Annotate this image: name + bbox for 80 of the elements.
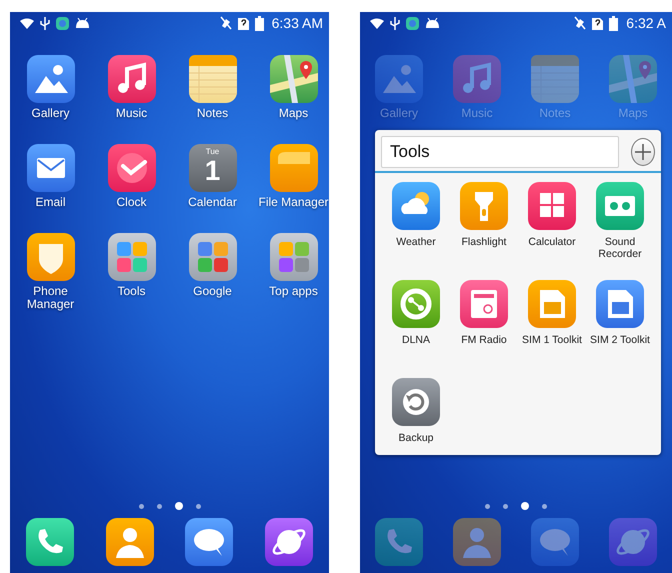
app-label: Tools (117, 285, 146, 298)
cassette-icon[interactable] (596, 182, 644, 230)
app-label: Music (461, 107, 493, 120)
notepad-icon[interactable] (188, 55, 236, 103)
app-notification-icon (56, 16, 69, 30)
app-label: Notes (539, 107, 571, 120)
plus-icon (634, 143, 652, 161)
clock-icon[interactable] (108, 144, 156, 192)
phone-icon[interactable] (26, 518, 74, 566)
app-label: Maps (618, 107, 648, 120)
app-folder-icon[interactable] (270, 233, 318, 281)
mute-icon (574, 16, 586, 30)
app-label: Google (193, 285, 232, 298)
person-icon[interactable] (106, 518, 154, 566)
app-label: Top apps (269, 285, 318, 298)
page-indicator-dot[interactable] (196, 504, 200, 508)
app-label: FM Radio (461, 334, 507, 346)
wifi-icon (20, 18, 34, 28)
app-folder-icon[interactable] (188, 233, 236, 281)
app-label: Calculator (528, 236, 576, 248)
page-indicator-dot[interactable] (156, 504, 162, 508)
page-indicator-dot[interactable] (485, 504, 490, 508)
app-label: Gallery (31, 107, 70, 120)
add-button[interactable] (631, 138, 655, 166)
app-folder-icon[interactable] (108, 233, 156, 281)
sim-card-icon[interactable] (528, 280, 576, 328)
restore-icon[interactable] (392, 378, 440, 426)
app-label: Backup (398, 432, 434, 444)
app-label: Phone Manager (26, 285, 76, 312)
page-indicator-dot[interactable] (521, 502, 529, 510)
music-note-icon[interactable] (108, 55, 156, 103)
folder-name-field[interactable]: Tools (381, 136, 619, 168)
weather-icon[interactable] (392, 182, 440, 230)
share-icon[interactable] (392, 280, 440, 328)
app-label: Calendar (188, 196, 237, 210)
folder-icon[interactable] (270, 144, 318, 192)
page-indicator-dot[interactable] (542, 504, 547, 508)
shield-icon[interactable] (26, 233, 74, 281)
landscape-icon[interactable] (26, 55, 74, 103)
status-time: 6:32 A (626, 14, 666, 32)
envelope-icon[interactable] (26, 144, 74, 192)
app-label: Music (116, 107, 148, 120)
app-label: Weather (396, 236, 436, 248)
sim-card-icon[interactable] (596, 280, 644, 328)
sim-icon (238, 16, 249, 30)
app-label: Email (35, 196, 66, 210)
battery-icon (609, 16, 618, 30)
map-icon[interactable] (270, 55, 318, 103)
android-icon (75, 18, 90, 28)
app-label: Flashlight (462, 236, 506, 248)
app-label: SIM 1 Toolkit (522, 334, 582, 346)
android-icon (425, 18, 440, 28)
status-time: 6:33 AM (272, 14, 323, 32)
sim-icon (592, 16, 604, 30)
app-label: Sound Recorder (597, 236, 643, 260)
mute-icon (220, 16, 232, 30)
planet-icon[interactable] (265, 518, 314, 566)
app-label: DLNA (402, 334, 430, 346)
app-label: Clock (116, 196, 146, 210)
app-label: SIM 2 Toolkit (590, 334, 650, 346)
map-icon[interactable] (609, 55, 657, 103)
calendar-day-text: Tue (206, 148, 220, 156)
chat-bubble-icon[interactable] (185, 518, 234, 566)
app-label: Notes (196, 107, 228, 120)
battery-icon (254, 16, 264, 30)
usb-icon (390, 16, 400, 30)
calendar-date-text: 1 (204, 157, 220, 185)
usb-icon (40, 16, 50, 30)
radio-icon[interactable] (460, 280, 508, 328)
page-indicator-dot[interactable] (174, 502, 182, 510)
page-indicator-dot[interactable] (138, 504, 144, 508)
flashlight-icon[interactable] (460, 182, 508, 230)
app-label: File Manager (258, 196, 329, 210)
app-label: Gallery (380, 107, 418, 120)
calculator-icon[interactable] (528, 182, 576, 230)
calendar-icon[interactable]: Tue 1 (188, 144, 236, 192)
app-label: Maps (278, 107, 308, 120)
app-notification-icon (406, 16, 419, 30)
wifi-icon (370, 18, 384, 28)
page-indicator-dot[interactable] (503, 504, 508, 508)
